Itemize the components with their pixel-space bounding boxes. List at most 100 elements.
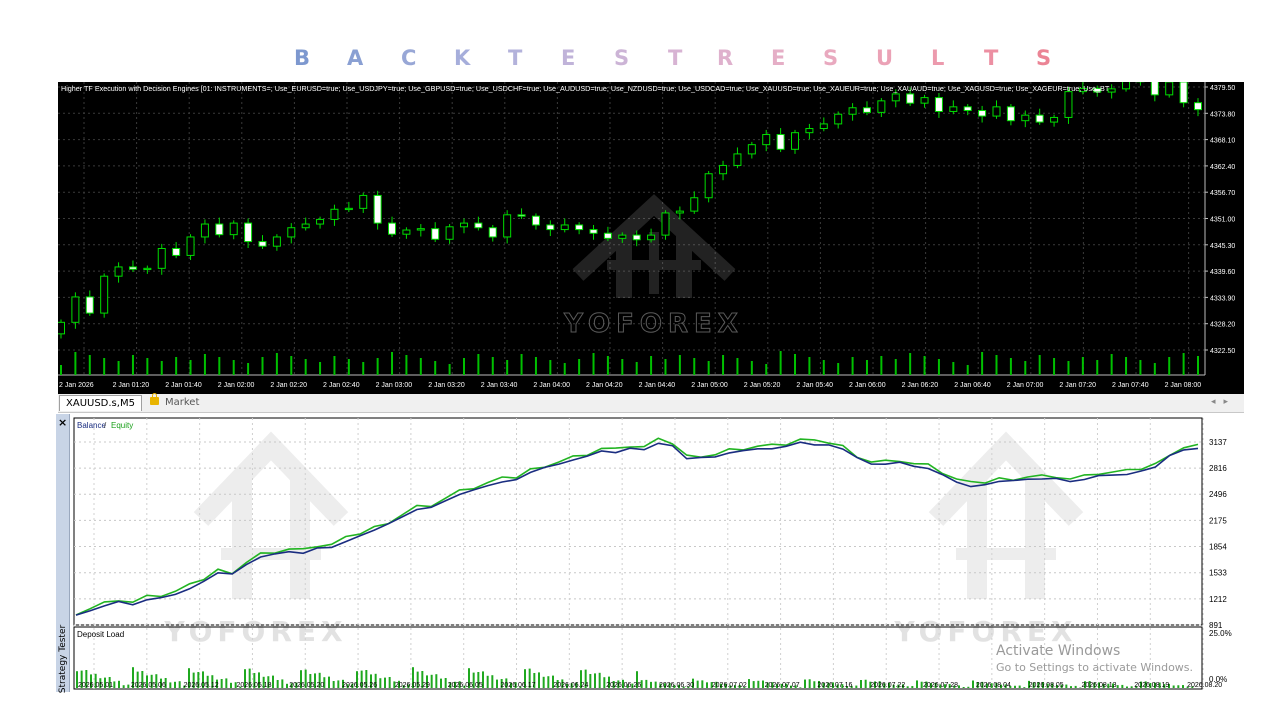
candle[interactable] [517,214,526,217]
candlestick-chart[interactable]: YOFOREX 4379.50 4373.80 4368.10 4362.40 4356… [58,82,1244,394]
candle[interactable] [316,218,325,225]
candle[interactable] [632,234,641,241]
candle[interactable] [71,296,80,323]
candle[interactable] [301,223,310,229]
candle[interactable] [690,197,699,212]
candle[interactable] [618,234,627,239]
watermark-logo [928,431,1084,599]
date-label: 2026.06.05 [448,682,483,689]
activate-subtitle: Go to Settings to activate Windows. [996,661,1194,674]
candle[interactable] [431,228,440,240]
candle[interactable] [1122,82,1131,90]
price-label: 4351.00 [1210,217,1235,224]
candle[interactable] [1064,91,1073,118]
candle[interactable] [906,93,915,104]
candle[interactable] [1021,114,1030,122]
candle[interactable] [172,247,181,256]
candle[interactable] [114,266,123,277]
candle[interactable] [58,321,65,335]
date-label: 2026.05.06 [131,682,166,689]
candle[interactable] [819,123,828,130]
candle[interactable] [791,132,800,150]
price-label: 4368.10 [1210,138,1235,145]
candle[interactable] [661,212,670,236]
candle[interactable] [992,106,1001,117]
deposit-load-label: Deposit Load [77,630,124,639]
tab-market[interactable]: Market [144,393,205,410]
candle[interactable] [100,275,109,314]
candle[interactable] [978,110,987,117]
candle[interactable] [891,93,900,102]
candle[interactable] [459,222,468,228]
price-label: 4362.40 [1210,164,1235,171]
candle[interactable] [762,134,771,146]
candle[interactable] [733,153,742,166]
candle[interactable] [747,144,756,155]
candle[interactable] [704,173,713,199]
tab-xauusd-m5[interactable]: XAUUSD.s,M5 [59,395,142,411]
candle[interactable] [1050,116,1059,123]
price-label: 4328.20 [1210,322,1235,329]
candle[interactable] [85,296,94,314]
candle[interactable] [402,229,411,235]
candle[interactable] [575,224,584,231]
candle[interactable] [805,128,814,134]
candle[interactable] [1006,106,1015,122]
candle[interactable] [531,215,540,226]
candle[interactable] [186,236,195,256]
tab-scroll-arrows[interactable]: ◂▸ [1211,396,1236,407]
candle[interactable] [143,267,152,271]
candle[interactable] [445,226,454,240]
candle[interactable] [272,236,281,247]
legend-sep: / [104,421,107,430]
candle[interactable] [388,222,397,235]
candle[interactable] [330,208,339,220]
candle[interactable] [776,134,785,150]
candle[interactable] [920,97,929,104]
candle[interactable] [546,224,555,231]
candle[interactable] [963,106,972,112]
candle[interactable] [503,214,512,238]
price-label: 4379.50 [1210,85,1235,92]
price-chart[interactable]: YOFOREX 4379.50 4373.80 4368.10 4362.40 4356… [58,82,1244,394]
candle[interactable] [877,100,886,113]
date-label: 2026.05.01 [78,682,113,689]
candle[interactable] [229,222,238,236]
candle[interactable] [675,210,684,214]
candle[interactable] [1194,102,1202,111]
title-letter: S [614,46,630,70]
candle[interactable] [344,207,353,211]
candle[interactable] [488,227,497,238]
date-label: 2026.06.30 [659,682,694,689]
title-letter: E [771,46,786,70]
candle[interactable] [200,223,209,238]
candle[interactable] [416,228,425,231]
candle[interactable] [244,222,253,243]
candle[interactable] [1179,82,1188,104]
date-label: 2026.07.22 [870,682,905,689]
candle[interactable] [647,234,656,241]
chart-header: Higher TF Execution with Decision Engine… [61,84,1110,93]
tab-label: Market [165,397,200,408]
candle[interactable] [719,164,728,175]
candle[interactable] [848,107,857,115]
candle[interactable] [1035,114,1044,123]
candle[interactable] [359,194,368,209]
candle[interactable] [589,229,598,234]
candle[interactable] [157,247,166,269]
candle[interactable] [1150,82,1159,96]
candle[interactable] [603,232,612,239]
candle[interactable] [949,106,958,112]
candle[interactable] [862,107,871,113]
candle[interactable] [834,113,843,125]
candle[interactable] [1165,82,1174,96]
candle[interactable] [560,224,569,231]
candle[interactable] [474,222,483,229]
candle[interactable] [128,266,137,270]
title-letter: T [508,46,523,70]
candle[interactable] [258,241,267,247]
candle[interactable] [215,223,224,236]
candle[interactable] [373,194,382,224]
candle[interactable] [287,227,296,238]
candle[interactable] [934,97,943,112]
